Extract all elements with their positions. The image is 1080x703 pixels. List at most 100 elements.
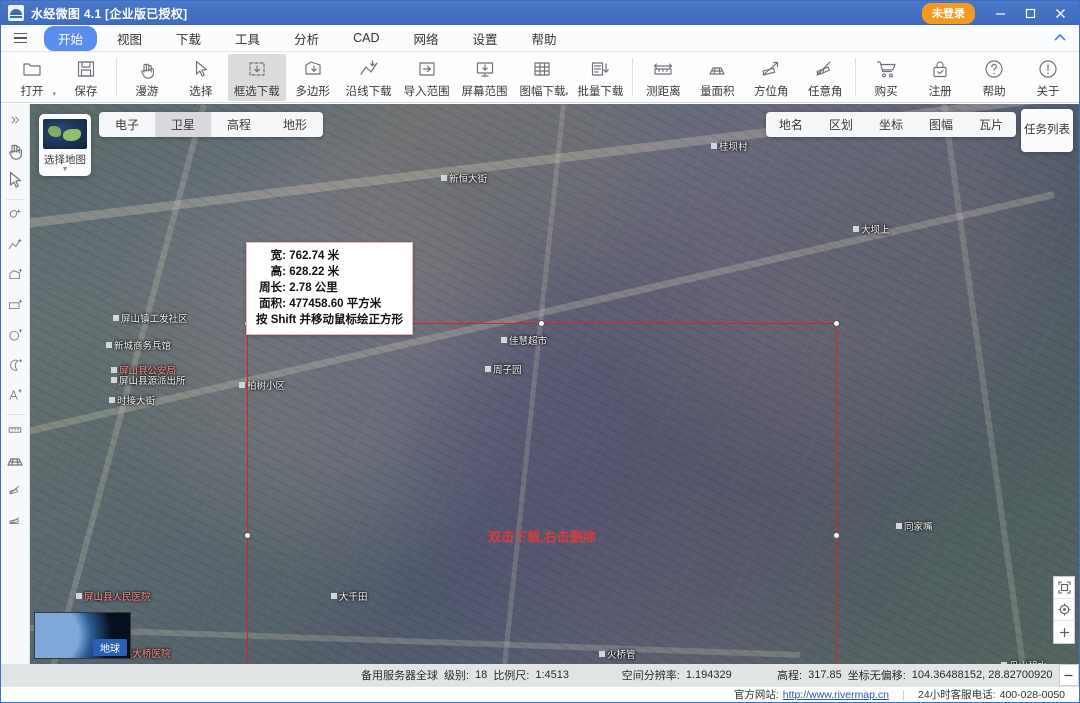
toolbar-button-free-angle[interactable]: 任意角 (798, 54, 852, 101)
cursor-arrow-icon (190, 57, 212, 81)
bottom-bar: 官方网站: http://www.rivermap.cn 24小时客服电话: 4… (1, 686, 1079, 702)
chevron-down-icon[interactable]: ▾ (52, 90, 56, 98)
rail-button-add-rectangle[interactable] (2, 292, 29, 322)
measure-area-icon (4, 449, 26, 476)
resize-handle-middle-left[interactable] (244, 531, 251, 539)
map-source-selector[interactable]: 选择地图 ▼ (39, 114, 91, 176)
rail-button-select[interactable] (2, 167, 29, 197)
rail-button-add-marker[interactable] (2, 202, 29, 232)
toolbar-button-measure-distance[interactable]: 测距离 (636, 54, 690, 101)
menu-item-8[interactable]: 帮助 (518, 26, 571, 51)
login-status-badge[interactable]: 未登录 (922, 2, 975, 24)
menu-item-1[interactable]: 视图 (103, 26, 156, 51)
selection-info-key: 面积: (259, 298, 286, 310)
overlay-tabs: 地名 区划 坐标 图幅 瓦片 (765, 112, 1016, 137)
toolbar-button-cart[interactable]: 购买 (859, 54, 913, 101)
overlay-tab-0[interactable]: 地名 (766, 112, 816, 137)
menu-item-0[interactable]: 开始 (44, 25, 98, 51)
status-bar: 备用服务器全球 级别: 18 比例尺: 1:4513 空间分辨率: 1.1943… (1, 664, 1079, 686)
rail-button-add-polygon[interactable] (2, 262, 29, 292)
toolbar-button-hand-pan[interactable]: 漫游 (120, 54, 174, 101)
rail-separator (5, 414, 25, 415)
minus-icon[interactable] (1058, 664, 1079, 686)
toolbar-button-batch-download[interactable]: 批量下载 (571, 54, 629, 101)
toolbar-button-screen-range[interactable]: 屏幕范围 (456, 54, 514, 101)
toolbar-button-question-circle[interactable]: 帮助 (967, 54, 1021, 101)
info-circle-icon (1037, 57, 1059, 81)
globe-overview-widget[interactable]: 地球 (34, 612, 131, 659)
import-range-icon (416, 57, 438, 81)
map-viewport[interactable]: 大坝上桂坝村君悦兵馆屏山工发幼儿园屏山镇工发社区新城商务兵馆屏山县公安局屏山县源… (1, 104, 1079, 664)
toolbar-button-cursor-arrow[interactable]: 选择 (174, 54, 228, 101)
rail-button-measure-area[interactable] (2, 447, 29, 477)
rail-button-pan[interactable] (2, 137, 29, 167)
rail-button-add-circle[interactable] (2, 322, 29, 352)
maximize-button[interactable] (1015, 1, 1045, 25)
selection-info-row: 宽: 762.74 米 (256, 248, 403, 264)
toolbar-button-label: 任意角 (807, 86, 843, 98)
toolbar-button-info-circle[interactable]: 关于 (1021, 54, 1075, 101)
toolbar-button-folder-open[interactable]: 打开 ▾ (5, 54, 59, 101)
compass-locate-icon[interactable] (1054, 599, 1074, 621)
toolbar-button-measure-area[interactable]: 量面积 (690, 54, 744, 101)
menu-item-6[interactable]: 网络 (399, 26, 452, 51)
toolbar-button-polygon-download[interactable]: 多边形 (286, 54, 340, 101)
polygon-download-icon (302, 57, 324, 81)
resize-handle-top-right[interactable] (833, 320, 840, 327)
overlay-tab-2[interactable]: 坐标 (866, 112, 916, 137)
menu-item-7[interactable]: 设置 (459, 26, 512, 51)
toolbar-button-save-disk[interactable]: 保存 (59, 54, 113, 101)
selection-info-row: 面积: 477458.60 平方米 (256, 296, 403, 312)
status-resolution-label: 空间分辨率: (621, 670, 680, 682)
rail-button-add-arc[interactable] (2, 352, 29, 382)
download-selection-rectangle[interactable]: 双击下载,右击删除 (244, 320, 840, 664)
selection-info-key: 宽: (270, 250, 286, 262)
menu-item-4[interactable]: 分析 (280, 26, 333, 51)
rail-button-measure-azimuth[interactable] (2, 477, 29, 507)
overlay-tab-4[interactable]: 瓦片 (966, 112, 1016, 137)
chevron-down-icon[interactable]: ▼ (62, 166, 69, 173)
selection-info-key: 周长: (259, 282, 286, 294)
toolbar-button-rect-download[interactable]: 框选下载 (227, 54, 286, 101)
official-site-link[interactable]: http://www.rivermap.cn (783, 689, 889, 701)
fit-screen-icon[interactable] (1054, 577, 1074, 599)
menu-item-3[interactable]: 工具 (221, 26, 274, 51)
add-circle-icon (7, 327, 23, 348)
hamburger-icon[interactable] (7, 27, 33, 49)
menu-item-2[interactable]: 下载 (162, 26, 215, 51)
toolbar-button-import-range[interactable]: 导入范围 (398, 54, 456, 101)
add-arc-icon (7, 357, 23, 378)
rail-button-add-polyline[interactable] (2, 232, 29, 262)
menu-bar: 开始 视图 下载 工具 分析 CAD 网络 设置 帮助 (1, 25, 1079, 52)
close-button[interactable] (1045, 1, 1075, 25)
chevron-down-icon[interactable]: ▾ (565, 90, 569, 98)
resize-handle-middle-right[interactable] (833, 531, 840, 539)
toolbar-button-azimuth[interactable]: 方位角 (744, 54, 798, 101)
layer-tab-1[interactable]: 卫星 (155, 112, 212, 137)
resize-handle-top-center[interactable] (538, 320, 545, 327)
add-polyline-icon (7, 237, 23, 258)
status-coord-label: 坐标无偏移: (847, 670, 906, 682)
overlay-tab-1[interactable]: 区划 (816, 112, 866, 137)
layer-tab-0[interactable]: 电子 (99, 112, 155, 137)
chevron-up-icon[interactable] (1053, 31, 1079, 45)
toolbar-button-sheet-download[interactable]: 图幅下载 ▾ (514, 54, 572, 101)
overlay-tab-3[interactable]: 图幅 (916, 112, 966, 137)
plus-icon[interactable] (1054, 621, 1074, 643)
rail-button-measure[interactable] (2, 417, 29, 447)
menu-item-5[interactable]: CAD (339, 28, 393, 48)
task-list-button[interactable]: 任务列表 (1021, 109, 1073, 152)
rail-button-measure-slope[interactable] (2, 507, 29, 537)
globe-label[interactable]: 地球 (93, 639, 127, 656)
rail-button-expand[interactable] (2, 107, 29, 137)
sheet-download-icon (531, 57, 553, 81)
toolbar-button-lock-register[interactable]: 注册 (913, 54, 967, 101)
layer-tab-2[interactable]: 高程 (211, 112, 267, 137)
toolbar-separator (855, 58, 857, 96)
selection-info-row: 周长: 2.78 公里 (256, 280, 403, 296)
rail-button-add-text[interactable] (2, 382, 29, 412)
minimize-button[interactable] (985, 1, 1015, 25)
toolbar-button-line-download[interactable]: 沿线下载 (340, 54, 398, 101)
layer-tab-3[interactable]: 地形 (267, 112, 323, 137)
map-place-label: 屏山县源派出所 (111, 373, 186, 387)
